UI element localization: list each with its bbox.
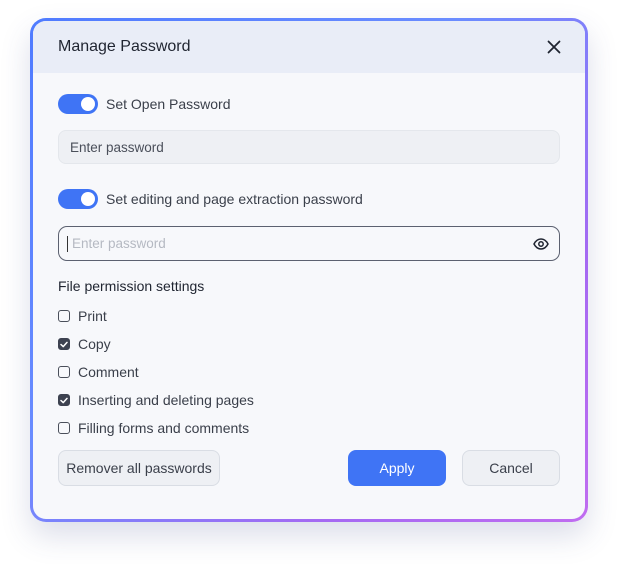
permission-item[interactable]: Comment — [58, 358, 560, 386]
open-password-label: Set Open Password — [106, 96, 231, 112]
permission-item[interactable]: Copy — [58, 330, 560, 358]
checkbox-unchecked[interactable] — [58, 422, 70, 434]
edit-password-field[interactable] — [58, 226, 560, 261]
checkmark-icon — [60, 397, 68, 403]
close-icon — [547, 40, 561, 54]
edit-password-input[interactable] — [70, 235, 533, 252]
permissions-list: Print Copy Comment Inserting and deleting p… — [58, 302, 560, 442]
remove-all-passwords-button[interactable]: Remover all passwords — [58, 450, 220, 486]
permission-item[interactable]: Inserting and deleting pages — [58, 386, 560, 414]
manage-password-dialog: Manage Password Set Open Password Enter … — [33, 21, 585, 519]
dialog-header: Manage Password — [33, 21, 585, 73]
checkbox-checked[interactable] — [58, 394, 70, 406]
permission-item[interactable]: Filling forms and comments — [58, 414, 560, 442]
permission-label: Filling forms and comments — [78, 420, 250, 436]
checkbox-checked[interactable] — [58, 338, 70, 350]
open-password-row: Set Open Password — [58, 93, 560, 115]
dialog-frame: Manage Password Set Open Password Enter … — [30, 18, 588, 522]
permission-label: Print — [78, 308, 107, 324]
checkbox-unchecked[interactable] — [58, 366, 70, 378]
open-password-toggle[interactable] — [58, 94, 98, 114]
text-caret — [67, 235, 68, 252]
checkmark-icon — [60, 341, 68, 347]
dialog-title: Manage Password — [58, 38, 191, 55]
eye-icon[interactable] — [533, 236, 549, 252]
edit-password-toggle[interactable] — [58, 189, 98, 209]
open-password-value: Enter password — [70, 139, 164, 155]
permission-item[interactable]: Print — [58, 302, 560, 330]
close-button[interactable] — [543, 36, 565, 58]
permission-label: Inserting and deleting pages — [78, 392, 254, 408]
permissions-title: File permission settings — [58, 278, 205, 294]
dialog-footer: Remover all passwords Apply Cancel — [58, 450, 560, 486]
dialog-body: Set Open Password Enter password Set edi… — [33, 93, 585, 442]
permission-label: Comment — [78, 364, 139, 380]
apply-button[interactable]: Apply — [348, 450, 446, 486]
checkbox-unchecked[interactable] — [58, 310, 70, 322]
permission-label: Copy — [78, 336, 111, 352]
open-password-input[interactable]: Enter password — [58, 130, 560, 164]
cancel-button[interactable]: Cancel — [462, 450, 560, 486]
edit-password-row: Set editing and page extraction password — [58, 188, 560, 210]
edit-password-label: Set editing and page extraction password — [106, 191, 363, 207]
